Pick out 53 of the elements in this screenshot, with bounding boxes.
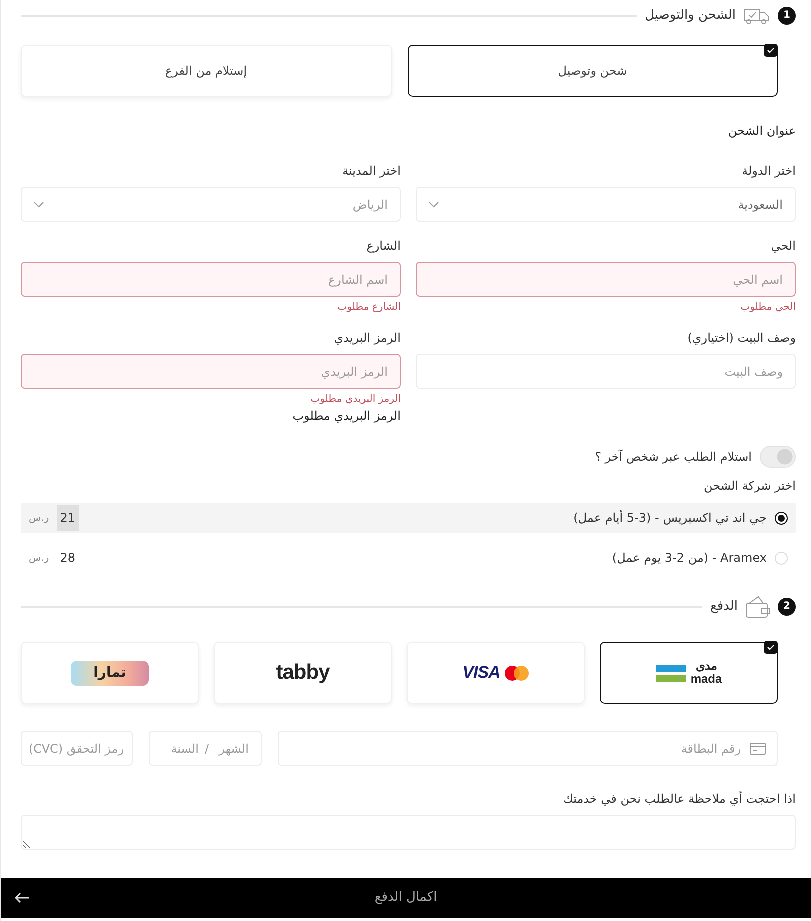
truck-icon xyxy=(744,7,770,25)
price-value: 28 xyxy=(59,550,76,567)
toggle-switch[interactable] xyxy=(760,446,796,468)
payment-option[interactable]: تمارا xyxy=(21,642,199,704)
chevron-down-icon xyxy=(34,202,44,208)
checkout-button[interactable]: اكمال الدفع xyxy=(1,878,811,918)
chevron-down-icon xyxy=(429,202,439,208)
field-label: الشارع xyxy=(366,239,401,253)
text-field[interactable]: اسم الحي xyxy=(416,262,796,297)
month-field[interactable]: الشهر xyxy=(215,740,249,758)
card-icon xyxy=(750,743,766,755)
field-label: اختر الدولة xyxy=(741,164,796,178)
field-label: اختر شركة الشحن xyxy=(702,479,796,493)
field-label: وصف البيت (اختياري) xyxy=(686,331,796,345)
field-label: اختر المدينة xyxy=(342,164,401,178)
logo-tile: تمارا xyxy=(71,660,149,686)
cvc-field[interactable]: رمز التحقق (CVC) xyxy=(21,731,133,766)
field-label: اذا احتجت أي ملاحظة عالطلب نحن في خدمتك xyxy=(562,792,796,806)
error-message: الرمز البريدي مطلوب xyxy=(310,394,401,406)
error-message: الشارع مطلوب xyxy=(336,302,401,314)
payment-option[interactable]: VISA xyxy=(407,642,585,704)
note-field[interactable] xyxy=(21,815,796,850)
section-title: الدفع xyxy=(710,598,738,616)
field-label: الرمز البريدي xyxy=(333,331,401,345)
field-label: الحي xyxy=(770,239,796,253)
validation-message: الرمز البريدي مطلوب xyxy=(292,409,401,423)
payment-option[interactable]: tabby xyxy=(214,642,392,704)
delivery-option[interactable]: شحن وتوصيل xyxy=(408,45,778,97)
stripes-icon xyxy=(656,664,686,682)
step-number: 1 xyxy=(778,7,796,25)
arrow-left-icon xyxy=(15,893,30,903)
price-value: 21 xyxy=(57,505,78,531)
delivery-option[interactable]: إستلام من الفرع xyxy=(21,45,392,97)
text-field[interactable]: الرمز البريدي xyxy=(21,354,401,389)
check-icon xyxy=(764,44,778,57)
card-number-field[interactable]: رقم البطاقة xyxy=(278,731,778,766)
error-message: الحي مطلوب xyxy=(740,302,796,314)
year-field[interactable]: السنة xyxy=(164,740,199,758)
currency-label: ر.س xyxy=(29,512,50,526)
two-circles-icon xyxy=(505,666,530,680)
select-field[interactable]: السعودية xyxy=(416,187,796,222)
text-field[interactable]: اسم الشارع xyxy=(21,262,401,297)
step-number: 2 xyxy=(778,598,796,616)
separator-text: / xyxy=(204,740,209,758)
toggle-label: استلام الطلب عبر شخص آخر ؟ xyxy=(595,449,752,466)
currency-label: ر.س xyxy=(29,552,50,566)
check-icon xyxy=(764,641,778,654)
carrier-name: جي اند تي اكسبريس - (3-5 أيام عمل) xyxy=(574,509,767,527)
section-title: الشحن والتوصيل xyxy=(645,7,736,26)
radio-button[interactable] xyxy=(775,512,788,524)
carrier-name: Aramex - (من 2-3 يوم عمل) xyxy=(612,550,767,567)
wallet-icon xyxy=(746,596,770,618)
section-heading: عنوان الشحن xyxy=(727,124,796,138)
